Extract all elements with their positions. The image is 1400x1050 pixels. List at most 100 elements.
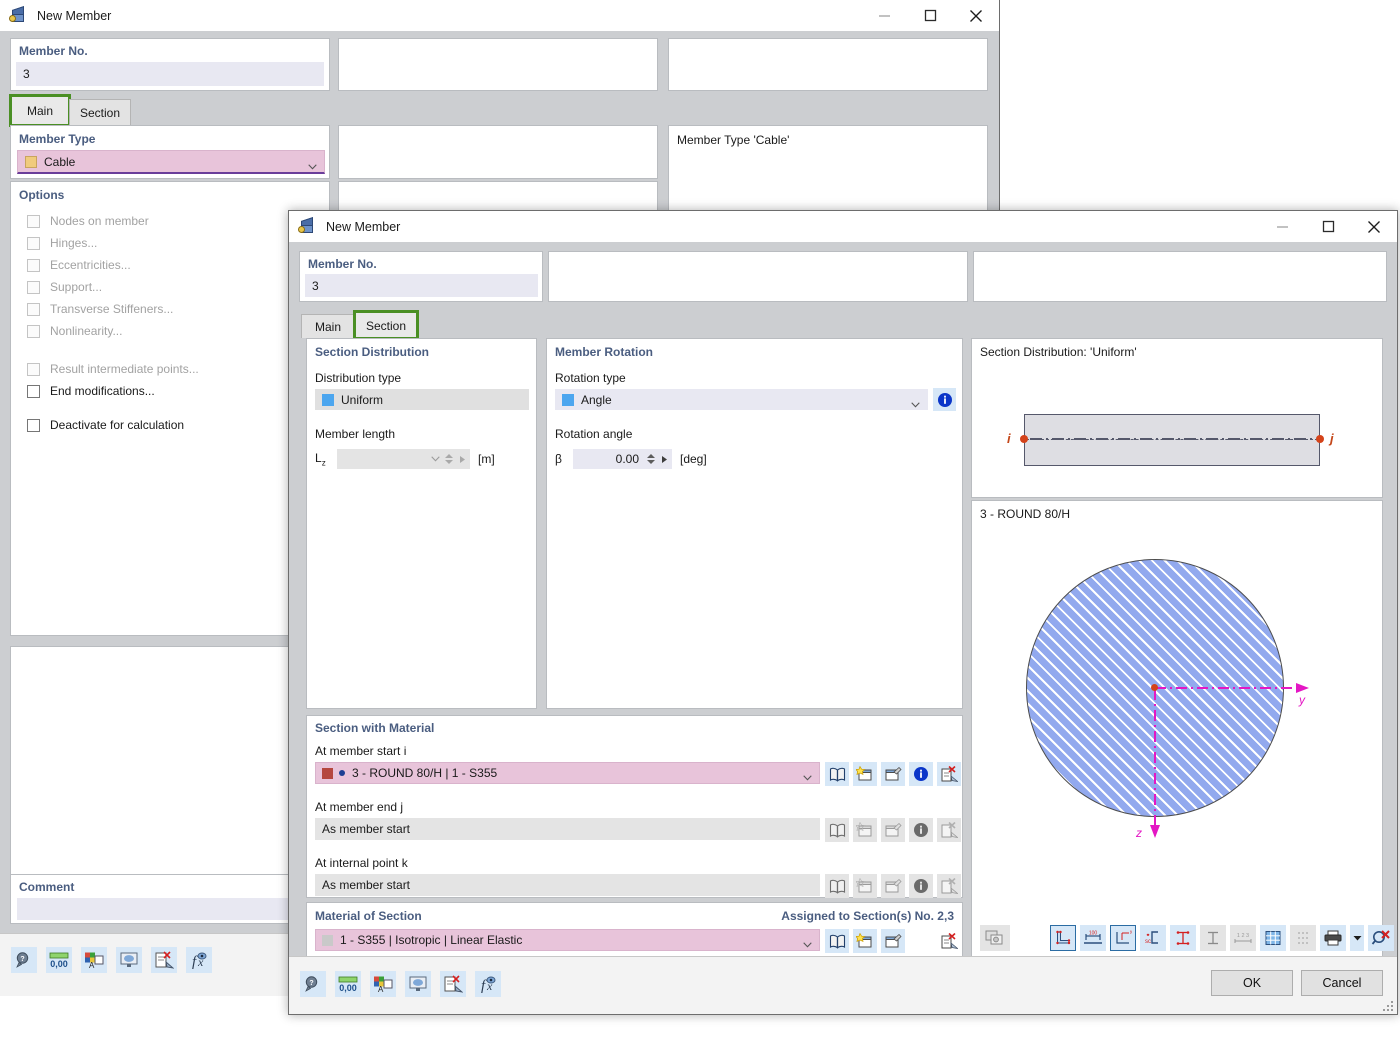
library-icon[interactable] <box>825 762 849 786</box>
material-dropdown[interactable]: 1 - S355 | Isotropic | Linear Elastic <box>315 929 820 951</box>
member-length-expand-icon[interactable] <box>454 449 470 469</box>
options-group-label: Options <box>19 188 65 202</box>
help-search-icon[interactable]: ? <box>300 971 326 997</box>
titlebar-front[interactable]: New Member <box>289 211 1397 242</box>
formula-icon[interactable]: fx <box>475 971 501 997</box>
option-end-modifications[interactable]: End modifications... <box>27 380 317 402</box>
member-type-group-label: Member Type <box>19 132 96 146</box>
option-transverse-stiffeners[interactable]: Transverse Stiffeners... <box>27 298 317 320</box>
section-outline-icon[interactable] <box>1050 925 1076 951</box>
view-mode-icon[interactable] <box>116 947 142 973</box>
at-member-start-dropdown[interactable]: 3 - ROUND 80/H | 1 - S355 <box>315 762 820 784</box>
option-eccentricities[interactable]: Eccentricities... <box>27 254 317 276</box>
window-title: New Member <box>37 8 112 23</box>
resize-grip[interactable] <box>1382 1000 1394 1012</box>
reset-settings-icon[interactable] <box>151 947 177 973</box>
zoom-reset-icon[interactable] <box>1368 925 1394 951</box>
option-hinges[interactable]: Hinges... <box>27 232 317 254</box>
units-decimals-icon[interactable]: 0,00 <box>335 971 361 997</box>
new-section-icon <box>853 874 877 898</box>
node-j-label: j <box>1330 431 1334 446</box>
checkbox-icon[interactable] <box>27 214 40 228</box>
shear-center-icon[interactable]: sc <box>1140 925 1166 951</box>
member-no-label: Member No. <box>19 44 88 58</box>
tab-section[interactable]: Section <box>69 99 131 125</box>
checkbox-icon[interactable] <box>27 324 40 338</box>
distribution-type-dropdown[interactable]: Uniform <box>315 389 529 410</box>
option-support[interactable]: Support... <box>27 276 317 298</box>
print-icon[interactable] <box>1320 925 1346 951</box>
checkbox-icon[interactable] <box>27 280 40 294</box>
option-result-intermediate-points[interactable]: Result intermediate points... <box>27 358 317 380</box>
rotation-type-label: Rotation type <box>555 371 626 385</box>
mesh-points-icon[interactable] <box>1290 925 1316 951</box>
delete-section-icon[interactable] <box>937 762 961 786</box>
grid-icon[interactable] <box>1260 925 1286 951</box>
section-plain-icon[interactable] <box>1200 925 1226 951</box>
maximize-icon[interactable] <box>1305 211 1351 242</box>
library-icon[interactable] <box>825 929 849 953</box>
comment-input[interactable] <box>17 898 324 920</box>
checkbox-icon[interactable] <box>27 362 40 376</box>
help-search-icon[interactable]: ? <box>11 947 37 973</box>
edit-material-icon[interactable] <box>881 929 905 953</box>
tab-main[interactable]: Main <box>9 94 71 127</box>
snapshot-icon[interactable] <box>980 925 1010 951</box>
member-no-input[interactable]: 3 <box>305 274 538 297</box>
display-properties-icon[interactable]: A <box>370 971 396 997</box>
rotation-type-dropdown[interactable]: Angle <box>555 389 928 410</box>
checkbox-icon[interactable] <box>27 236 40 250</box>
member-length-stepper[interactable] <box>443 449 454 469</box>
tab-section[interactable]: Section <box>353 310 419 340</box>
display-properties-icon[interactable]: A <box>81 947 107 973</box>
delete-material-icon[interactable] <box>937 929 961 953</box>
stress-points-icon[interactable] <box>1170 925 1196 951</box>
member-no-input[interactable]: 3 <box>16 62 324 86</box>
rotation-angle-expand-icon[interactable] <box>656 449 672 469</box>
checkbox-icon[interactable] <box>27 302 40 316</box>
checkbox-icon[interactable] <box>27 418 40 432</box>
maximize-icon[interactable] <box>907 0 953 31</box>
cancel-button[interactable]: Cancel <box>1301 970 1383 996</box>
minimize-icon[interactable] <box>1259 211 1305 242</box>
dimensions-icon[interactable]: 100 <box>1080 925 1106 951</box>
formula-icon[interactable]: fx <box>186 947 212 973</box>
chevron-down-icon[interactable] <box>803 937 812 948</box>
member-cube-icon <box>298 216 318 237</box>
checkbox-icon[interactable] <box>27 384 40 398</box>
rotation-angle-input[interactable]: 0.00 <box>573 449 645 469</box>
option-nonlinearity[interactable]: Nonlinearity... <box>27 320 317 342</box>
new-member-window-front[interactable]: New Member Member No. 3 Main Section Sec… <box>288 210 1398 1015</box>
numbering-icon[interactable]: 1 2 3 <box>1230 925 1256 951</box>
ok-button[interactable]: OK <box>1211 970 1293 996</box>
view-mode-icon[interactable] <box>405 971 431 997</box>
axis-y-line <box>1155 687 1300 689</box>
titlebar-back[interactable]: New Member <box>0 0 999 31</box>
minimize-icon[interactable] <box>861 0 907 31</box>
close-icon[interactable] <box>1351 211 1397 242</box>
preview-distribution-panel: Section Distribution: 'Uniform' i j <box>971 338 1383 498</box>
close-icon[interactable] <box>953 0 999 31</box>
member-length-chevron-icon[interactable] <box>427 449 443 469</box>
checkbox-icon[interactable] <box>27 258 40 272</box>
axis-z-line <box>1154 689 1156 829</box>
chevron-down-icon[interactable] <box>803 770 812 781</box>
chevron-down-icon[interactable] <box>308 159 317 169</box>
units-decimals-icon[interactable]: 0,00 <box>46 947 72 973</box>
member-length-input[interactable] <box>337 449 427 469</box>
rotation-angle-stepper[interactable] <box>645 449 656 469</box>
rotation-type-info-icon[interactable] <box>933 388 956 411</box>
info-icon[interactable] <box>909 762 933 786</box>
member-no-panel-back-3 <box>668 38 988 91</box>
chevron-down-icon[interactable] <box>911 397 920 407</box>
option-nodes-on-member[interactable]: Nodes on member <box>27 210 317 232</box>
print-dropdown-icon[interactable] <box>1350 925 1364 951</box>
edit-section-icon[interactable] <box>881 762 905 786</box>
reset-settings-icon[interactable] <box>440 971 466 997</box>
new-section-icon[interactable] <box>853 762 877 786</box>
axes-icon[interactable]: y <box>1110 925 1136 951</box>
new-material-icon[interactable] <box>853 929 877 953</box>
option-deactivate-for-calculation[interactable]: Deactivate for calculation <box>27 414 317 436</box>
tab-main[interactable]: Main <box>301 314 355 338</box>
member-type-dropdown[interactable]: Cable <box>17 150 325 174</box>
